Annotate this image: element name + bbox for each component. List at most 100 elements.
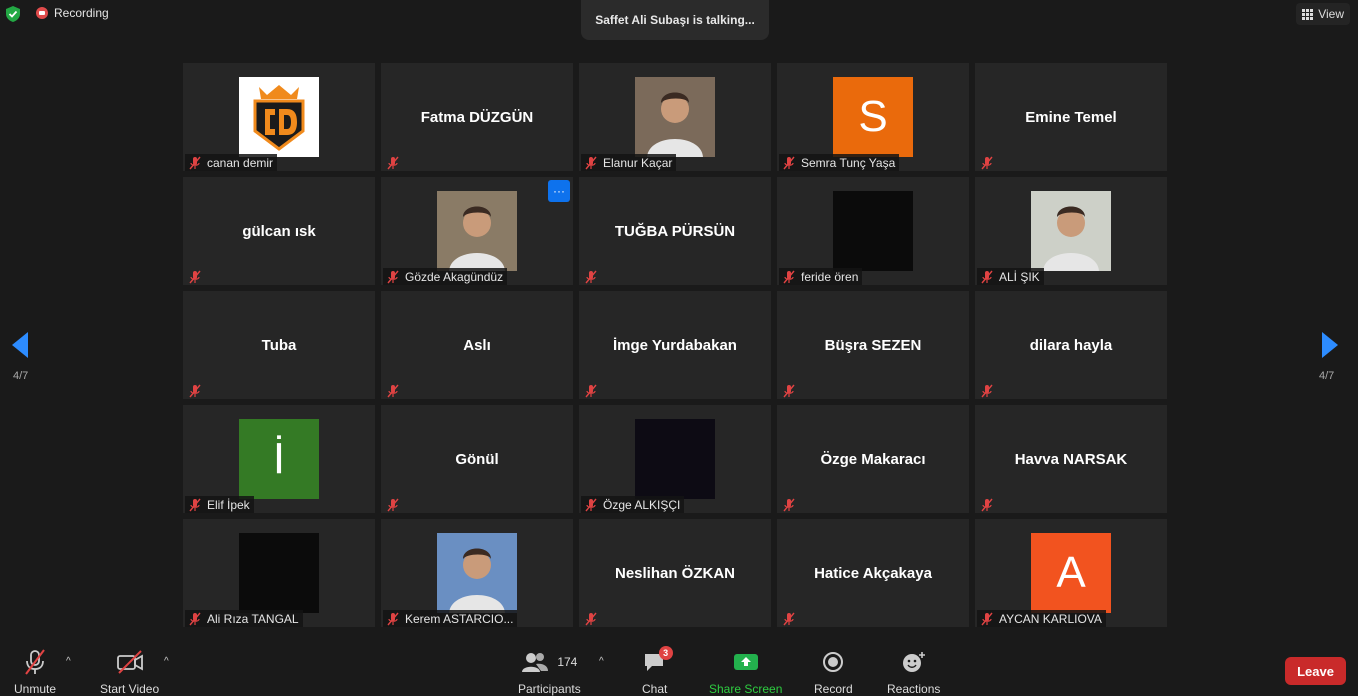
participant-avatar-letter: S: [833, 77, 913, 157]
previous-page-arrow-icon[interactable]: [10, 330, 30, 360]
muted-microphone-icon: [187, 269, 203, 285]
participant-tile[interactable]: Aslı: [381, 291, 573, 399]
participant-avatar-letter: İ: [239, 419, 319, 499]
participant-tile[interactable]: Elanur Kaçar: [579, 63, 771, 171]
muted-microphone-icon: [979, 383, 995, 399]
top-bar: Recording Saffet Ali Subaşı is talking..…: [0, 0, 1358, 40]
participant-tile[interactable]: ALİ ŞIK: [975, 177, 1167, 285]
muted-microphone-icon: [187, 383, 203, 399]
participant-avatar-letter: A: [1031, 533, 1111, 613]
participant-tile[interactable]: İ Elif İpek: [183, 405, 375, 513]
muted-microphone-icon: [385, 383, 401, 399]
participant-avatar: [833, 191, 913, 271]
chat-unread-badge: 3: [658, 646, 673, 660]
more-options-button[interactable]: ···: [548, 180, 570, 202]
participant-tile[interactable]: Büşra SEZEN: [777, 291, 969, 399]
muted-microphone-icon: [187, 155, 203, 171]
participant-display-name: Emine Temel: [1025, 108, 1117, 126]
participant-tile[interactable]: TUĞBA PÜRSÜN: [579, 177, 771, 285]
participants-button[interactable]: 174 Participants: [518, 648, 581, 696]
participant-display-name: gülcan ısk: [242, 222, 316, 240]
participant-name-tag: Elanur Kaçar: [581, 154, 677, 171]
participant-name-tag: feride ören: [779, 268, 863, 285]
participant-tile[interactable]: A AYCAN KARLIOVA: [975, 519, 1167, 627]
muted-microphone-icon: [979, 269, 995, 285]
page-indicator-right: 4/7: [1319, 370, 1335, 382]
participant-tile[interactable]: Tuba: [183, 291, 375, 399]
view-label: View: [1318, 7, 1344, 21]
participant-display-name: Havva NARSAK: [1014, 450, 1128, 468]
participant-display-name: TUĞBA PÜRSÜN: [614, 222, 736, 240]
participant-avatar: [437, 533, 517, 613]
participant-display-name: Özge Makaracı: [820, 450, 926, 468]
participant-tile[interactable]: Emine Temel: [975, 63, 1167, 171]
participant-name-tag: [581, 610, 607, 627]
active-speaker-banner: Saffet Ali Subaşı is talking...: [581, 0, 769, 40]
meeting-toolbar: Unmute ^ Start Video ^ 174 Participants …: [0, 640, 1358, 696]
participant-tile[interactable]: Ali Rıza TANGAL: [183, 519, 375, 627]
muted-microphone-icon: [385, 611, 401, 627]
security-shield-icon[interactable]: [6, 6, 20, 22]
participant-name-tag: [185, 382, 211, 399]
participant-tile[interactable]: dilara hayla: [975, 291, 1167, 399]
participant-display-name: dilara hayla: [1029, 336, 1113, 354]
muted-microphone-icon: [583, 383, 599, 399]
participant-tile[interactable]: S Semra Tunç Yaşa: [777, 63, 969, 171]
next-page-arrow-icon[interactable]: [1320, 330, 1340, 360]
participant-tile[interactable]: canan demir: [183, 63, 375, 171]
recording-indicator[interactable]: Recording: [36, 6, 109, 20]
share-screen-icon: [733, 654, 758, 670]
audio-options-caret-icon[interactable]: ^: [66, 656, 71, 667]
start-video-button[interactable]: Start Video: [100, 648, 159, 696]
participant-name-tag: Özge ALKIŞÇI: [581, 496, 685, 513]
participant-name-tag: Semra Tunç Yaşa: [779, 154, 900, 171]
muted-microphone-icon: [781, 269, 797, 285]
muted-microphone-icon: [187, 497, 203, 513]
unmute-button[interactable]: Unmute: [14, 648, 56, 696]
participant-tile[interactable]: Neslihan ÖZKAN: [579, 519, 771, 627]
participant-name-tag: [779, 382, 805, 399]
participant-tile[interactable]: Gönül: [381, 405, 573, 513]
participants-options-caret-icon[interactable]: ^: [599, 656, 604, 667]
video-options-caret-icon[interactable]: ^: [164, 656, 169, 667]
participant-tile[interactable]: Özge Makaracı: [777, 405, 969, 513]
participant-tile[interactable]: Özge ALKIŞÇI: [579, 405, 771, 513]
muted-microphone-icon: [781, 497, 797, 513]
participant-name-tag: [185, 268, 211, 285]
muted-microphone-icon: [385, 497, 401, 513]
participant-name: AYCAN KARLIOVA: [999, 611, 1102, 626]
participants-icon: [522, 653, 549, 672]
participant-tile[interactable]: Havva NARSAK: [975, 405, 1167, 513]
participant-name-tag: Elif İpek: [185, 496, 254, 513]
participant-name: Özge ALKIŞÇI: [603, 497, 681, 512]
participant-tile[interactable]: feride ören: [777, 177, 969, 285]
participant-avatar: [1031, 191, 1111, 271]
leave-button[interactable]: Leave: [1285, 657, 1346, 685]
muted-microphone-icon: [583, 497, 599, 513]
reactions-button[interactable]: Reactions: [887, 648, 940, 696]
chat-button[interactable]: 3 Chat: [642, 646, 673, 696]
participant-name: Gözde Akagündüz: [405, 269, 504, 284]
participant-name-tag: [779, 496, 805, 513]
view-button[interactable]: View: [1296, 3, 1350, 25]
participant-display-name: Fatma DÜZGÜN: [420, 108, 534, 126]
participant-tile[interactable]: Kerem ASTARCIO...: [381, 519, 573, 627]
record-button[interactable]: Record: [814, 648, 853, 696]
participant-display-name: Hatice Akçakaya: [814, 564, 932, 582]
share-screen-button[interactable]: Share Screen: [709, 648, 782, 696]
participant-display-name: Aslı: [463, 336, 491, 354]
participant-display-name: İmge Yurdabakan: [613, 336, 737, 354]
participant-avatar: [635, 77, 715, 157]
participant-name-tag: [977, 382, 1003, 399]
participant-name: feride ören: [801, 269, 859, 284]
participant-name-tag: [977, 496, 1003, 513]
participant-tile[interactable]: Fatma DÜZGÜN: [381, 63, 573, 171]
participant-tile[interactable]: Hatice Akçakaya: [777, 519, 969, 627]
participant-tile[interactable]: İmge Yurdabakan: [579, 291, 771, 399]
participant-avatar: [635, 419, 715, 499]
page-indicator-left: 4/7: [13, 370, 29, 382]
muted-microphone-icon: [781, 383, 797, 399]
participant-tile[interactable]: Gözde Akagündüz ···: [381, 177, 573, 285]
participant-display-name: Tuba: [261, 336, 297, 354]
participant-tile[interactable]: gülcan ısk: [183, 177, 375, 285]
